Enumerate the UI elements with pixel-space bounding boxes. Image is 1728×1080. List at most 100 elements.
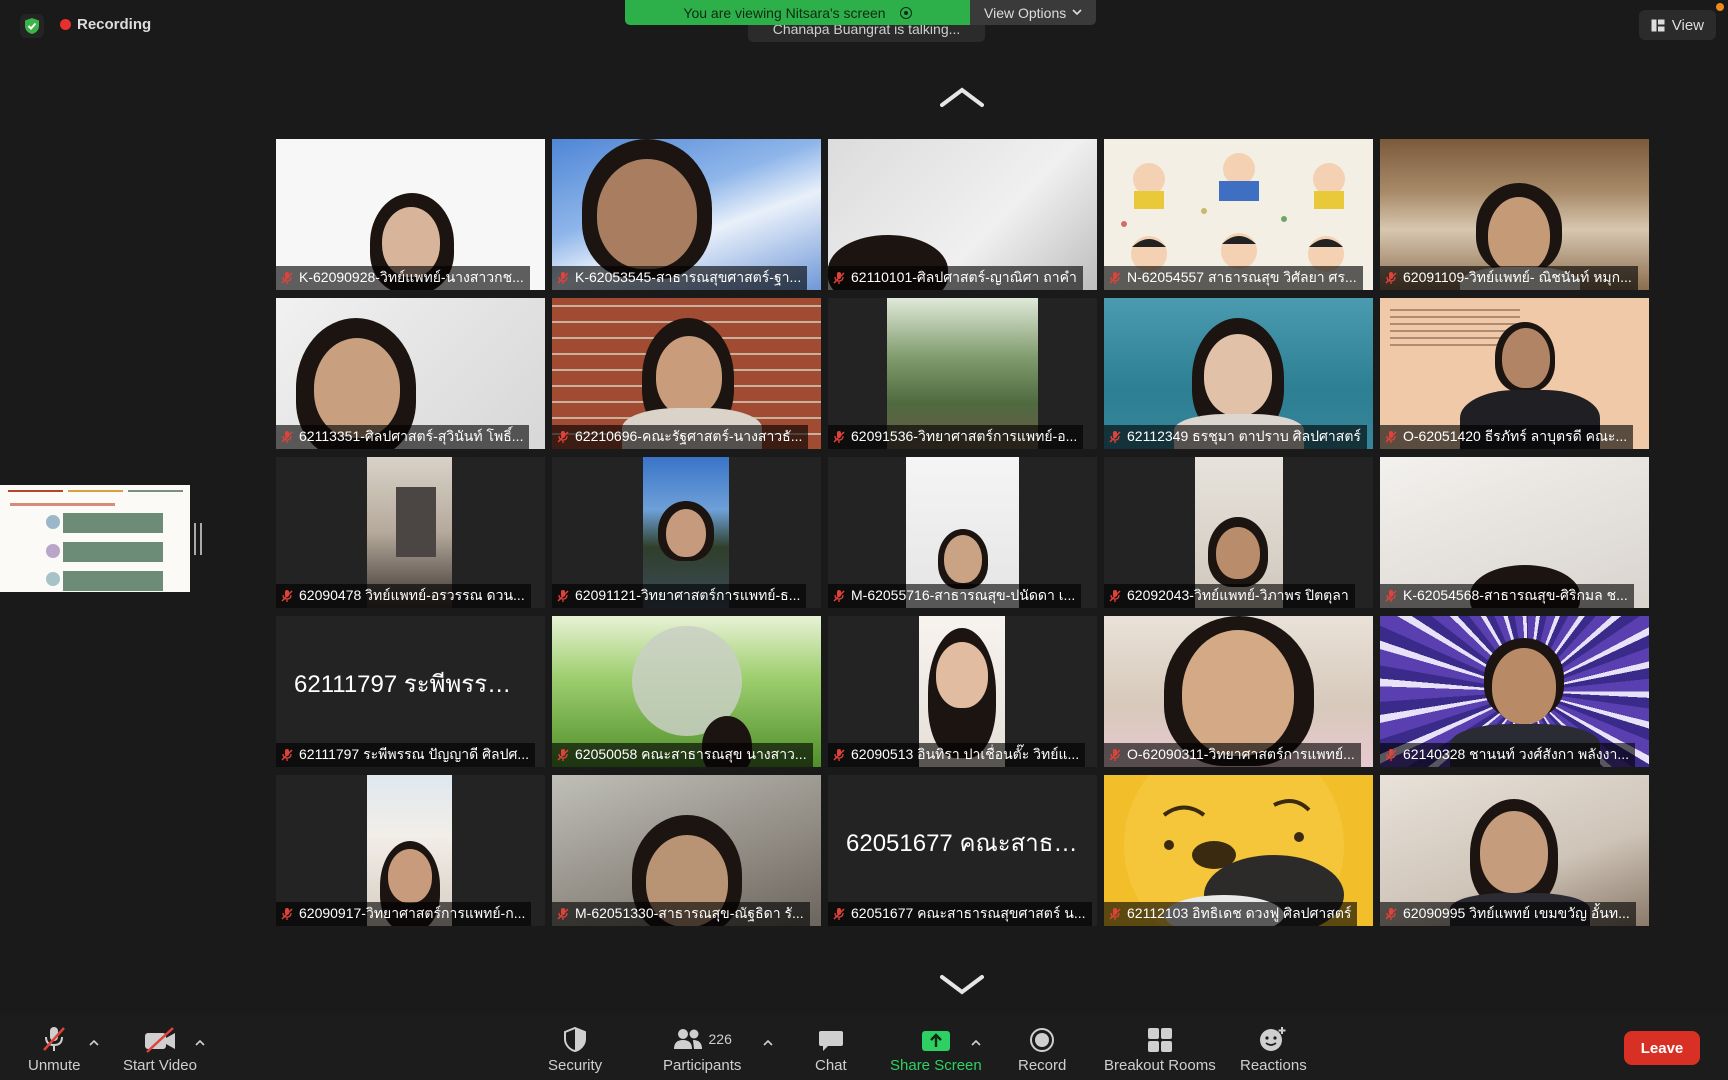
breakout-rooms-button[interactable]: Breakout Rooms [1104, 1025, 1216, 1074]
participant-tile[interactable]: 62112103 อิทธิเดช ดวงฟู ศิลปศาสตร์ [1104, 775, 1373, 926]
muted-mic-icon [281, 749, 293, 761]
participant-tile[interactable]: O-62090311-วิทยาศาสตร์การแพทย์... [1104, 616, 1373, 767]
resize-handle[interactable] [194, 523, 202, 555]
chevron-up-icon[interactable] [940, 86, 984, 108]
participant-name-label: K-62053545-สาธารณสุขศาสตร์-ฐา... [552, 266, 808, 290]
muted-mic-icon [1109, 272, 1121, 284]
participant-tile[interactable]: O-62051420 ธีรภัทร์ ลาบุตรดี คณะ... [1380, 298, 1649, 449]
muted-mic-icon [833, 749, 845, 761]
participants-button[interactable]: 226 Participants [663, 1025, 741, 1074]
participant-name-label: 62090513 อินทิรา ปาเชื่อนตั๊ะ วิทย์แ... [828, 743, 1086, 767]
participant-tile[interactable]: 62113351-ศิลปศาสตร์-สุวินันท์ โพธิ์... [276, 298, 545, 449]
screen-share-banner: You are viewing Nitsara's screen View Op… [625, 0, 1097, 25]
record-button[interactable]: Record [1018, 1025, 1066, 1074]
participant-name-label: 62111797 ระพีพรรณ ปัญญาดี ศิลปศ... [276, 743, 536, 767]
muted-mic-icon [281, 431, 293, 443]
participant-tile[interactable]: K-62090928-วิทย์แพทย์-นางสาวกช... [276, 139, 545, 290]
chevron-up-icon[interactable] [195, 1039, 205, 1046]
view-options-button[interactable]: View Options [970, 0, 1097, 25]
viewing-screen-notice: You are viewing Nitsara's screen [625, 0, 970, 25]
shared-screen-thumbnail[interactable] [0, 485, 190, 592]
viewing-screen-text: You are viewing Nitsara's screen [683, 4, 886, 21]
participants-icon [673, 1029, 702, 1049]
participant-name-label: O-62051420 ธีรภัทร์ ลาบุตรดี คณะ... [1380, 425, 1634, 449]
participant-tile[interactable]: 62091536-วิทยาศาสตร์การแพทย์-อ... [828, 298, 1097, 449]
chevron-up-icon[interactable] [89, 1039, 99, 1046]
unmute-button[interactable]: Unmute [28, 1025, 81, 1074]
participant-tile[interactable]: 62090478 วิทย์แพทย์-อรวรรณ ดวน... [276, 457, 545, 608]
chat-icon [818, 1031, 843, 1051]
participant-tile[interactable]: 62091121-วิทยาศาสตร์การแพทย์-ธ... [552, 457, 821, 608]
participant-tile[interactable]: 62112349 ธรชุมา ตาปราบ ศิลปศาสตร์ [1104, 298, 1373, 449]
reactions-button[interactable]: Reactions [1240, 1025, 1307, 1074]
breakout-rooms-label: Breakout Rooms [1104, 1057, 1216, 1074]
participant-tile[interactable]: 62090995 วิทย์แพทย์ เขมขวัญ อั้นท... [1380, 775, 1649, 926]
participant-tile[interactable]: 62050058 คณะสาธารณสุข นางสาว... [552, 616, 821, 767]
participant-display-name: 62111797 ระพีพรรณ... [294, 671, 530, 698]
participant-tile[interactable]: 62090917-วิทยาศาสตร์การแพทย์-ก... [276, 775, 545, 926]
muted-mic-icon [1109, 749, 1121, 761]
participant-name-label: 62140328 ชานนท์ วงศ์สังกา พลังงา... [1380, 743, 1636, 767]
record-status-icon [899, 6, 912, 19]
start-video-label: Start Video [123, 1057, 197, 1074]
participant-name-label: 62113351-ศิลปศาสตร์-สุวินันท์ โพธิ์... [276, 425, 530, 449]
participant-tile[interactable]: 62140328 ชานนท์ วงศ์สังกา พลังงา... [1380, 616, 1649, 767]
participant-tile[interactable]: 62210696-คณะรัฐศาสตร์-นางสาวธั... [552, 298, 821, 449]
participant-name-label: 62091121-วิทยาศาสตร์การแพทย์-ธ... [552, 584, 807, 608]
notification-dot [1716, 3, 1724, 11]
participant-tile[interactable]: 62051677 คณะสาธา... 62051677 คณะสาธารณสุ… [828, 775, 1097, 926]
muted-mic-icon [1385, 908, 1397, 920]
participant-name-label: 62112103 อิทธิเดช ดวงฟู ศิลปศาสตร์ [1104, 902, 1358, 926]
security-label: Security [548, 1057, 603, 1074]
breakout-rooms-icon [1147, 1028, 1172, 1052]
security-shield-icon[interactable] [20, 14, 44, 38]
participant-tile[interactable]: K-62053545-สาธารณสุขศาสตร์-ฐา... [552, 139, 821, 290]
participant-name-label: K-62054568-สาธารณสุข-ศิริกมล ช... [1380, 584, 1634, 608]
muted-mic-icon [557, 908, 569, 920]
participant-tile[interactable]: M-62055716-สาธารณสุข-ปนัดดา เ... [828, 457, 1097, 608]
muted-mic-icon [1385, 272, 1397, 284]
chevron-up-icon[interactable] [971, 1039, 981, 1046]
chevron-down-icon [1072, 9, 1082, 16]
participant-grid: K-62090928-วิทย์แพทย์-นางสาวกช... K-6205… [276, 139, 1651, 926]
start-video-button[interactable]: Start Video [123, 1025, 197, 1074]
muted-mic-icon [1385, 749, 1397, 761]
chevron-down-icon[interactable] [940, 974, 984, 996]
participant-name-label: 62091536-วิทยาศาสตร์การแพทย์-อ... [828, 425, 1084, 449]
recording-indicator[interactable]: Recording [60, 16, 151, 33]
participant-tile[interactable]: 62110101-ศิลปศาสตร์-ญาณิศา ถาคำ [828, 139, 1097, 290]
participant-tile[interactable]: M-62051330-สาธารณสุข-ณัฐธิดา รั... [552, 775, 821, 926]
participant-name-label: N-62054557 สาธารณสุข วิศัลยา ศร... [1104, 266, 1363, 290]
reactions-smiley-icon [1260, 1027, 1286, 1051]
leave-button[interactable]: Leave [1624, 1031, 1700, 1065]
muted-mic-icon [557, 272, 569, 284]
record-label: Record [1018, 1057, 1067, 1074]
chevron-up-icon[interactable] [763, 1039, 773, 1046]
muted-mic-icon [1109, 908, 1121, 920]
muted-mic-icon [1385, 590, 1397, 602]
muted-mic-icon [557, 431, 569, 443]
participant-tile[interactable]: K-62054568-สาธารณสุข-ศิริกมล ช... [1380, 457, 1649, 608]
participant-tile[interactable]: 62111797 ระพีพรรณ... 62111797 ระพีพรรณ ป… [276, 616, 545, 767]
participant-tile[interactable]: 62091109-วิทย์แพทย์- ณิชนันท์ หมุก... [1380, 139, 1649, 290]
participant-tile[interactable]: N-62054557 สาธารณสุข วิศัลยา ศร... [1104, 139, 1373, 290]
security-button[interactable]: Security [548, 1025, 602, 1074]
participant-name-label: 62050058 คณะสาธารณสุข นางสาว... [552, 743, 813, 767]
participant-name-label: M-62051330-สาธารณสุข-ณัฐธิดา รั... [552, 902, 810, 926]
share-screen-icon [921, 1031, 950, 1051]
participant-name-label: O-62090311-วิทยาศาสตร์การแพทย์... [1104, 743, 1361, 767]
muted-mic-icon [281, 908, 293, 920]
muted-mic-icon [1109, 590, 1121, 602]
participant-name-label: 62112349 ธรชุมา ตาปราบ ศิลปศาสตร์ [1104, 425, 1367, 449]
muted-mic-icon [281, 590, 293, 602]
participant-tile[interactable]: 62090513 อินทิรา ปาเชื่อนตั๊ะ วิทย์แ... [828, 616, 1097, 767]
participant-name-label: 62090478 วิทย์แพทย์-อรวรรณ ดวน... [276, 584, 531, 608]
view-layout-button[interactable]: View [1638, 10, 1716, 40]
muted-mic-icon [833, 590, 845, 602]
chat-button[interactable]: Chat [815, 1025, 847, 1074]
share-screen-button[interactable]: Share Screen [890, 1025, 982, 1074]
unmute-label: Unmute [28, 1057, 81, 1074]
participant-tile[interactable]: 62092043-วิทย์แพทย์-วิภาพร ปิตตุลา [1104, 457, 1373, 608]
view-options-label: View Options [984, 4, 1067, 21]
recording-dot-icon [60, 19, 71, 30]
